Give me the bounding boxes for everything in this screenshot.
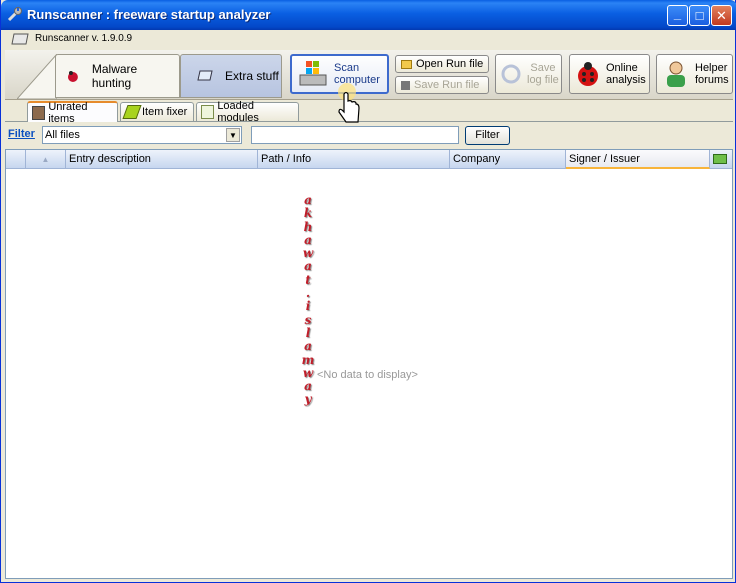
subtab-label: Item fixer [142,106,188,118]
online-analysis-button[interactable]: Online analysis [569,54,650,94]
watermark-char: k [303,206,313,221]
watermark-char: w [302,365,314,380]
wrench-icon [7,7,22,22]
watermark-char: a [304,339,312,354]
tab-label: Extra stuff [225,69,279,83]
save-run-file-button[interactable]: Save Run file [395,76,489,94]
watermark-char: m [301,352,315,367]
open-run-file-button[interactable]: Open Run file [395,55,489,73]
column-chooser-icon [713,154,727,164]
watermark-char: w [302,246,314,261]
bug-icon [67,71,78,82]
eraser-icon [197,70,213,81]
results-grid[interactable]: ▲ Entry description Path / Info Company … [5,149,733,579]
empty-grid-message: <No data to display> [317,369,418,381]
file-filter-select[interactable]: All files ▼ [42,126,242,144]
subtab-label: Loaded modules [217,100,259,124]
app-window: Runscanner : freeware startup analyzer _… [0,0,736,583]
watermark-char: y [304,392,312,407]
open-run-file-label: Open Run file [416,58,484,70]
watermark-char: s [304,312,312,327]
filter-text-input[interactable] [251,126,459,144]
tab-slant [17,54,57,99]
close-button[interactable]: ✕ [711,5,732,26]
online-label-1: Online [606,62,638,74]
sort-column[interactable]: ▲ [26,150,66,169]
subtab-label: Unrated items [48,100,88,125]
scan-computer-icon [299,61,327,86]
save-log-file-button[interactable]: Save log file [495,54,562,94]
watermark-char: a [304,193,312,207]
pencil-icon [122,105,142,119]
column-path-info[interactable]: Path / Info [258,150,450,169]
row-indicator-column[interactable] [6,150,26,169]
user-icon [32,105,46,120]
column-entry-description[interactable]: Entry description [66,150,258,169]
sort-up-icon: ▲ [41,155,50,164]
subtab-unrated-items[interactable]: Unrated items [27,100,118,125]
title-bar[interactable]: Runscanner : freeware startup analyzer _… [1,0,736,30]
save-log-label-1: Save [530,62,556,74]
subtab-item-fixer[interactable]: Item fixer [120,102,194,121]
filter-button[interactable]: Filter [465,126,510,145]
watermark-char: a [304,379,312,394]
folder-icon [401,59,412,69]
maximize-icon: □ [695,8,704,23]
watermark-char: h [303,219,313,234]
column-company[interactable]: Company [450,150,566,169]
file-filter-value: All files [45,129,80,141]
watermark-text: a k h a w a t . i s l a m w a y [301,193,315,407]
chevron-down-icon[interactable]: ▼ [226,128,240,142]
refresh-log-icon [501,64,521,84]
helper-label-1: Helper [695,62,728,74]
online-label-2: analysis [606,74,646,86]
column-signer-issuer[interactable]: Signer / Issuer [566,150,710,169]
scan-label-1: Scan [334,62,360,74]
maximize-button[interactable]: □ [689,5,710,26]
module-icon [201,105,215,119]
watermark-char: t [305,272,311,287]
column-chooser-button[interactable] [710,150,732,169]
subtab-loaded-modules[interactable]: Loaded modules [196,100,299,124]
filter-link[interactable]: Filter [8,128,35,140]
floppy-icon [401,80,410,90]
helper-person-icon [667,61,685,87]
watermark-char: . [305,286,311,301]
watermark-char: a [304,232,312,247]
drive-icon [11,33,29,45]
watermark-char: i [305,299,311,314]
save-log-label-2: log file [527,74,559,86]
watermark-char: l [305,325,311,340]
hand-cursor-icon [338,83,360,123]
tab-label: Malware hunting [91,62,138,90]
ladybug-icon [578,62,598,86]
tab-malware-hunting[interactable]: Malware hunting [55,54,180,98]
watermark-char: a [304,259,312,274]
grid-header: ▲ Entry description Path / Info Company … [6,150,732,169]
close-icon: ✕ [716,7,727,23]
save-run-file-label: Save Run file [414,79,480,91]
helper-forums-button[interactable]: Helper forums [656,54,733,94]
version-label: Runscanner v. 1.9.0.9 [35,33,133,44]
window-title: Runscanner : freeware startup analyzer [27,7,271,22]
minimize-button[interactable]: _ [667,5,688,26]
version-bar: Runscanner v. 1.9.0.9 [5,31,733,48]
tab-extra-stuff[interactable]: Extra stuff [180,54,282,98]
helper-label-2: forums [695,74,729,86]
minimize-icon: _ [673,6,682,21]
